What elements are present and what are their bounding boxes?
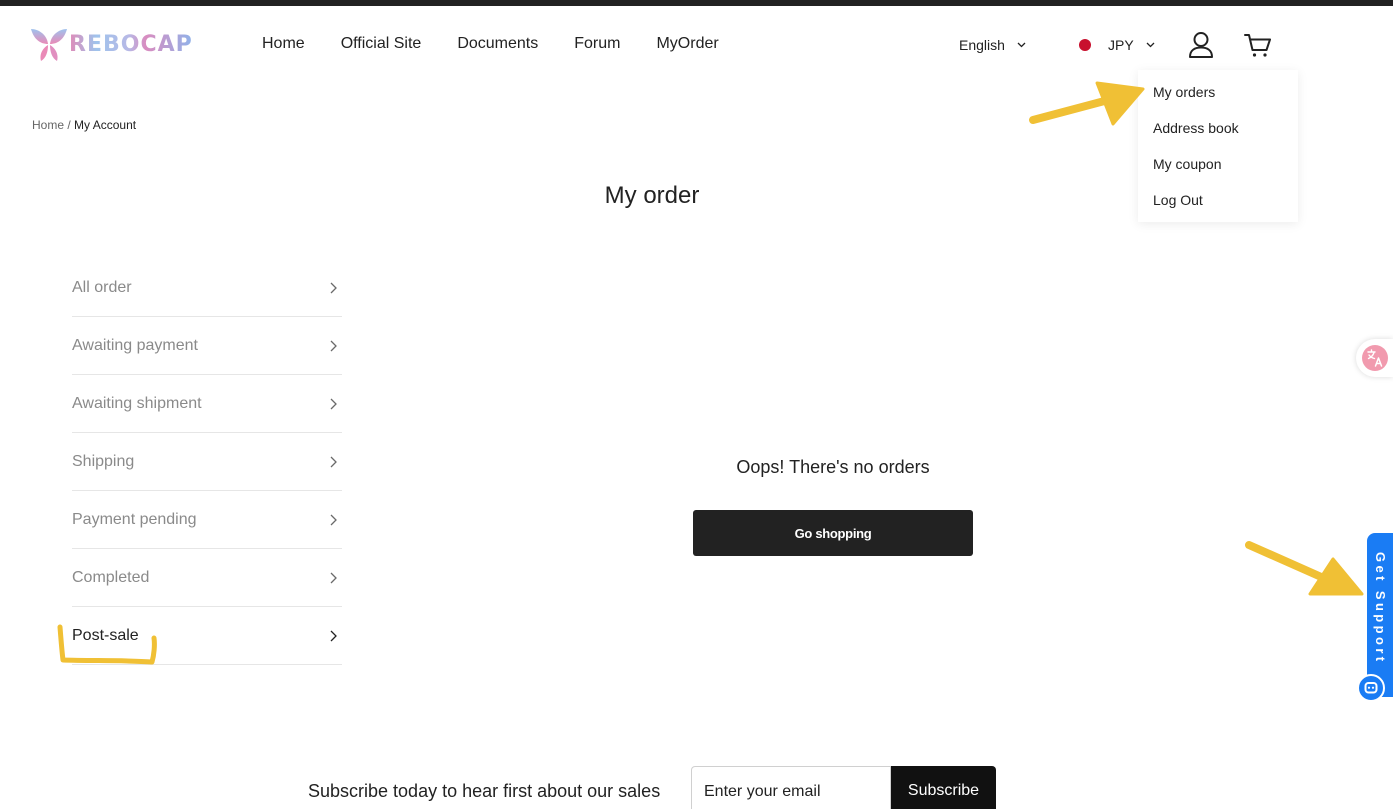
breadcrumb-current: My Account — [74, 118, 137, 132]
menu-item-log-out[interactable]: Log Out — [1138, 191, 1298, 227]
breadcrumb-separator: / — [67, 118, 71, 132]
get-support-tab[interactable]: Get Support — [1367, 533, 1393, 697]
order-tab-label: All order — [72, 278, 132, 296]
user-icon[interactable] — [1188, 30, 1214, 58]
go-shopping-button[interactable]: Go shopping — [693, 510, 973, 556]
nav-myorder[interactable]: MyOrder — [656, 34, 718, 54]
annotation-arrow-get-support — [1245, 541, 1364, 596]
newsletter-email-input[interactable] — [691, 766, 891, 809]
breadcrumb: Home / My Account — [32, 118, 136, 132]
logo[interactable]: REBOCAP — [30, 27, 193, 63]
top-bar — [0, 0, 1393, 6]
nav-home[interactable]: Home — [262, 34, 305, 54]
order-status-list: All order Awaiting payment Awaiting ship… — [72, 259, 342, 665]
chevron-down-icon — [1017, 42, 1026, 48]
chevron-right-icon — [330, 630, 337, 641]
translate-widget[interactable] — [1356, 339, 1393, 377]
get-support-label: Get Support — [1373, 552, 1388, 665]
nav-forum[interactable]: Forum — [574, 34, 620, 54]
order-tab-label: Payment pending — [72, 510, 197, 528]
cart-icon[interactable] — [1244, 32, 1272, 58]
menu-item-address-book[interactable]: Address book — [1138, 119, 1298, 155]
order-tab-awaiting-shipment[interactable]: Awaiting shipment — [72, 375, 342, 433]
empty-orders-message: Oops! There's no orders — [736, 457, 930, 477]
translate-icon — [1362, 345, 1388, 371]
subscribe-button[interactable]: Subscribe — [891, 766, 996, 809]
chevron-right-icon — [330, 398, 337, 409]
breadcrumb-home[interactable]: Home — [32, 118, 64, 132]
order-tab-label: Completed — [72, 568, 150, 586]
order-tab-label: Awaiting shipment — [72, 394, 202, 412]
language-label: English — [959, 37, 1005, 53]
chevron-right-icon — [330, 340, 337, 351]
order-tab-awaiting-payment[interactable]: Awaiting payment — [72, 317, 342, 375]
currency-selector[interactable]: JPY — [1079, 36, 1155, 54]
nav-documents[interactable]: Documents — [457, 34, 538, 54]
order-tab-post-sale[interactable]: Post-sale — [72, 607, 342, 665]
order-tab-label: Shipping — [72, 452, 135, 470]
nav-official-site[interactable]: Official Site — [341, 34, 422, 54]
butterfly-logo-icon — [31, 29, 67, 61]
chevron-right-icon — [330, 282, 337, 293]
chevron-right-icon — [330, 572, 337, 583]
order-tab-all[interactable]: All order — [72, 259, 342, 317]
chevron-right-icon — [330, 456, 337, 467]
chevron-right-icon — [330, 514, 337, 525]
annotation-arrow-my-orders — [1029, 81, 1145, 126]
chevron-down-icon — [1146, 42, 1155, 48]
order-tab-shipping[interactable]: Shipping — [72, 433, 342, 491]
order-tab-label: Post-sale — [72, 626, 139, 644]
order-tab-payment-pending[interactable]: Payment pending — [72, 491, 342, 549]
order-tab-completed[interactable]: Completed — [72, 549, 342, 607]
page-title: My order — [604, 182, 700, 209]
language-selector[interactable]: English — [959, 36, 1026, 54]
newsletter-text: Subscribe today to hear first about our … — [308, 781, 661, 801]
menu-item-my-coupon[interactable]: My coupon — [1138, 155, 1298, 191]
chat-icon[interactable] — [1357, 674, 1385, 702]
currency-label: JPY — [1108, 37, 1134, 53]
logo-text: REBOCAP — [69, 32, 193, 57]
menu-item-my-orders[interactable]: My orders — [1138, 83, 1298, 119]
account-dropdown-menu: My orders Address book My coupon Log Out — [1138, 70, 1298, 222]
main-nav: Home Official Site Documents Forum MyOrd… — [262, 34, 719, 54]
japan-flag-icon — [1079, 39, 1091, 51]
order-tab-label: Awaiting payment — [72, 336, 198, 354]
